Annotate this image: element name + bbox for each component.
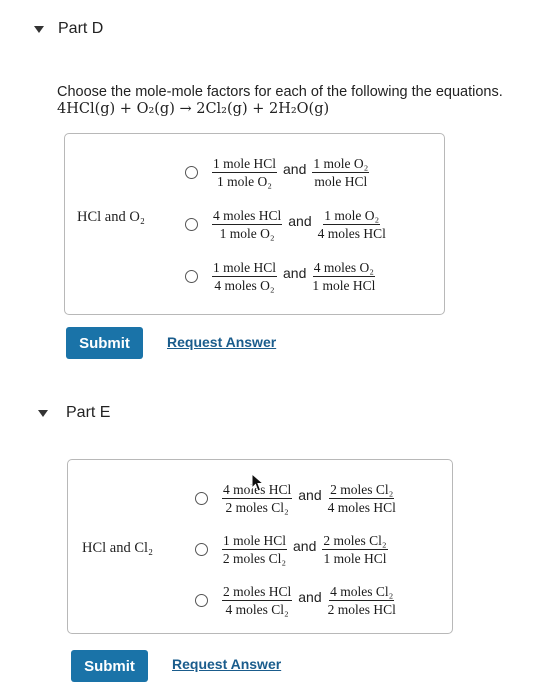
radio-button[interactable] [185, 270, 198, 283]
request-answer-link[interactable]: Request Answer [167, 334, 276, 350]
and-text: and [283, 160, 307, 177]
submit-button[interactable]: Submit [66, 327, 143, 359]
option-1[interactable]: 4 moles HCl 2 moles Cl₂ and 2 moles Cl₂ 4 … [195, 482, 396, 515]
radio-button[interactable] [195, 492, 208, 505]
left-fraction: 2 moles HCl 4 moles Cl₂ [222, 584, 293, 617]
radio-button[interactable] [195, 594, 208, 607]
request-answer-link[interactable]: Request Answer [172, 656, 281, 672]
right-fraction: 1 mole O₂ mole HCl [312, 156, 370, 189]
left-fraction: 4 moles HCl 1 mole O₂ [212, 208, 283, 241]
caret-down-icon[interactable] [38, 409, 48, 417]
right-fraction: 1 mole O₂ 4 moles HCl [317, 208, 386, 241]
right-fraction: 4 moles O₂ 1 mole HCl [312, 260, 376, 293]
option-1[interactable]: 1 mole HCl 1 mole O₂ and 1 mole O₂ mole HC… [185, 156, 370, 189]
equation-text: 4HCl(g) + O₂(g) → 2Cl₂(g) + 2H₂O(g) [57, 101, 330, 117]
radio-button[interactable] [195, 543, 208, 556]
option-3[interactable]: 1 mole HCl 4 moles O₂ and 4 moles O₂ 1 mol… [185, 260, 375, 293]
left-fraction: 1 mole HCl 4 moles O₂ [212, 260, 277, 293]
part-d-title: Part D [58, 20, 104, 37]
mouse-pointer-icon [251, 473, 265, 492]
instructions-text: Choose the mole-mole factors for each of… [57, 84, 503, 100]
part-d-header[interactable]: Part D [34, 20, 103, 38]
left-fraction: 1 mole HCl 2 moles Cl₂ [222, 533, 287, 566]
right-fraction: 2 moles Cl₂ 1 mole HCl [322, 533, 388, 566]
and-text: and [298, 588, 322, 605]
left-fraction: 1 mole HCl 1 mole O₂ [212, 156, 277, 189]
and-text: and [293, 537, 317, 554]
and-text: and [298, 486, 322, 503]
and-text: and [288, 212, 312, 229]
submit-button[interactable]: Submit [71, 650, 148, 682]
pair-label: HCl and Cl₂ [82, 540, 154, 556]
right-fraction: 2 moles Cl₂ 4 moles HCl [327, 482, 396, 515]
part-d-answer-box: HCl and O₂ 1 mole HCl 1 mole O₂ and 1 mol… [64, 133, 445, 315]
option-2[interactable]: 1 mole HCl 2 moles Cl₂ and 2 moles Cl₂ 1 m… [195, 533, 388, 566]
radio-button[interactable] [185, 166, 198, 179]
option-2[interactable]: 4 moles HCl 1 mole O₂ and 1 mole O₂ 4 mole… [185, 208, 386, 241]
option-3[interactable]: 2 moles HCl 4 moles Cl₂ and 4 moles Cl₂ 2 … [195, 584, 396, 617]
right-fraction: 4 moles Cl₂ 2 moles HCl [327, 584, 396, 617]
caret-down-icon[interactable] [34, 25, 44, 33]
part-e-title: Part E [66, 404, 111, 421]
and-text: and [283, 264, 307, 281]
radio-button[interactable] [185, 218, 198, 231]
part-e-header[interactable]: Part E [38, 404, 110, 422]
pair-label: HCl and O₂ [77, 209, 145, 225]
